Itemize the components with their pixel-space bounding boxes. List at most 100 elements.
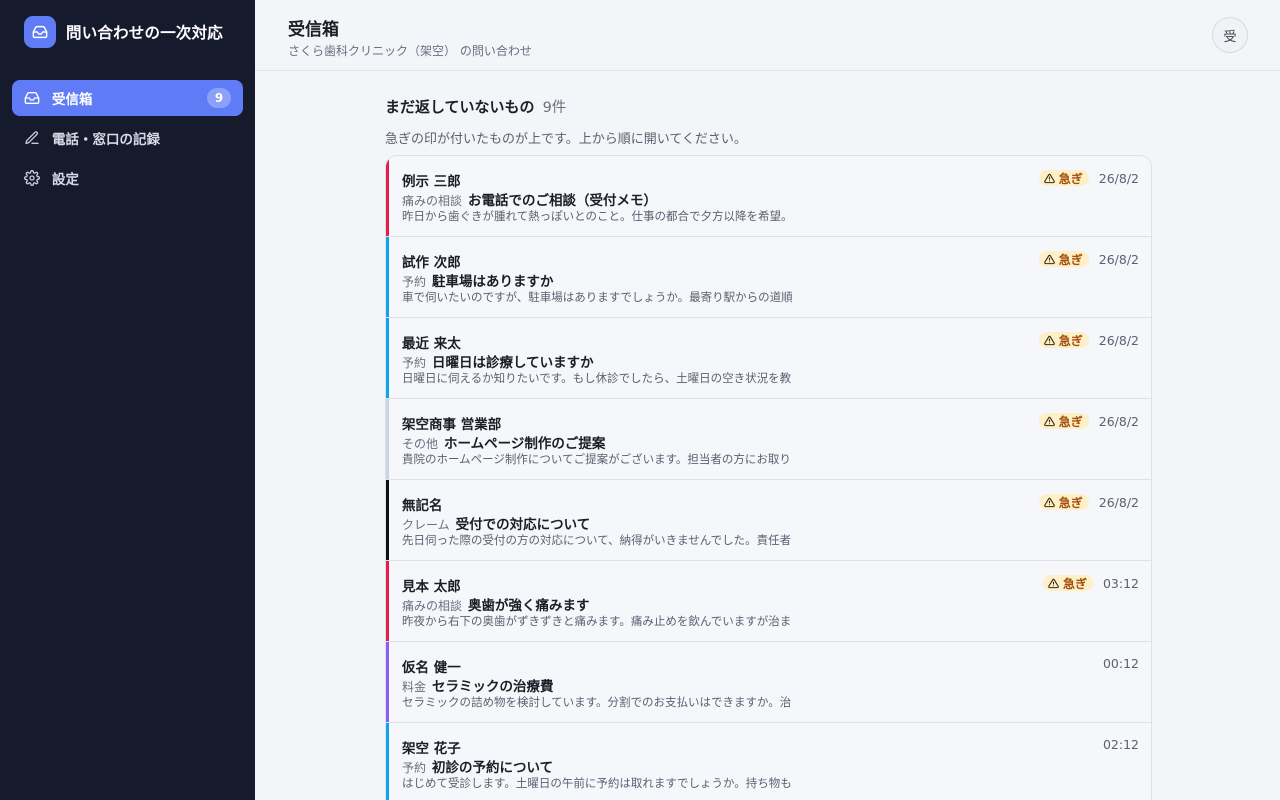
urgent-badge: 急ぎ (1038, 170, 1089, 186)
warning-icon (1043, 416, 1055, 427)
sender-name: 例示 三郎 (402, 174, 461, 190)
urgent-badge: 急ぎ (1042, 575, 1093, 591)
category-stripe (386, 399, 389, 479)
message-meta: 急ぎ 26/8/2 (1038, 413, 1139, 429)
message-subject: 受付での対応について (455, 517, 591, 533)
sender-name: 無記名 (402, 498, 443, 514)
message-time: 00:12 (1102, 656, 1139, 671)
message-subject: セラミックの治療費 (432, 679, 554, 695)
category-stripe (386, 561, 389, 641)
message-preview: 日曜日に伺えるか知りたいです。もし休診でしたら、土曜日の空き状況を教 (402, 371, 792, 385)
category-label: 予約 (402, 761, 427, 775)
sidebar-item-call-log[interactable]: 電話・窓口の記録 (12, 120, 243, 156)
message-meta: 急ぎ 26/8/2 (1038, 251, 1139, 267)
urgent-label: 急ぎ (1058, 414, 1083, 429)
message-time: 03:12 (1102, 575, 1139, 591)
warning-icon (1043, 335, 1055, 346)
urgent-label: 急ぎ (1062, 576, 1087, 591)
category-label: 予約 (402, 275, 427, 289)
message-preview: 車で伺いたいのですが、駐車場はありますでしょうか。最寄り駅からの道順 (402, 290, 793, 304)
urgent-label: 急ぎ (1058, 171, 1083, 186)
urgent-label: 急ぎ (1058, 495, 1083, 510)
message-time: 26/8/2 (1098, 413, 1139, 429)
sidebar-item-inbox[interactable]: 受信箱 9 (12, 80, 243, 116)
category-label: 痛みの相談 (402, 194, 463, 208)
unread-count-badge: 9 (207, 88, 231, 108)
page-title: 受信箱 (288, 20, 339, 40)
page-header: 受信箱 さくら歯科クリニック（架空） の問い合わせ 受 (255, 0, 1280, 71)
warning-icon (1043, 173, 1055, 184)
message-meta: 02:12 (1103, 737, 1139, 752)
message-meta: 急ぎ 26/8/2 (1038, 332, 1139, 348)
sidebar-item-label: 受信箱 (52, 92, 93, 108)
sender-name: 架空商事 営業部 (402, 417, 502, 433)
message-subject: ホームページ制作のご提案 (444, 436, 606, 452)
urgent-badge: 急ぎ (1038, 251, 1089, 267)
message-meta: 00:12 (1103, 656, 1139, 671)
sender-name: 仮名 健一 (402, 660, 461, 676)
message-row[interactable]: 最近 来太 予約 日曜日は診療していますか 日曜日に伺えるか知りたいです。もし休診でし… (386, 318, 1151, 399)
section-count: 9件 (542, 100, 567, 116)
sender-name: 架空 花子 (402, 741, 461, 757)
message-row[interactable]: 無記名 クレーム 受付での対応について 先日伺った際の受付の方の対応について、納得がい… (386, 480, 1151, 561)
sender-name: 最近 来太 (402, 336, 461, 352)
category-stripe (386, 480, 389, 560)
sidebar-item-label: 電話・窓口の記録 (52, 132, 160, 148)
gear-icon (24, 170, 40, 186)
section-title: まだ返していないもの (385, 98, 535, 116)
app-title: 問い合わせの一次対応 (66, 24, 224, 42)
warning-icon (1043, 497, 1055, 508)
message-subject: 初診の予約について (432, 760, 554, 776)
category-label: その他 (402, 437, 439, 451)
sender-name: 試作 次郎 (402, 255, 461, 271)
message-time: 26/8/2 (1098, 494, 1139, 510)
category-label: 予約 (402, 356, 427, 370)
subject-line: その他 ホームページ制作のご提案 (402, 432, 605, 452)
message-meta: 急ぎ 26/8/2 (1038, 170, 1139, 186)
section-note: 急ぎの印が付いたものが上です。上から順に開いてください。 (385, 132, 747, 147)
message-row[interactable]: 架空商事 営業部 その他 ホームページ制作のご提案 貴院のホームページ制作についてご提… (386, 399, 1151, 480)
pencil-icon (24, 130, 40, 146)
category-label: クレーム (402, 518, 450, 532)
message-row[interactable]: 架空 花子 予約 初診の予約について はじめて受診します。土曜日の午前に予約は取れます… (386, 723, 1151, 800)
message-time: 26/8/2 (1098, 332, 1139, 348)
message-row[interactable]: 仮名 健一 料金 セラミックの治療費 セラミックの詰め物を検討しています。分割でのお支… (386, 642, 1151, 723)
message-time: 26/8/2 (1098, 251, 1139, 267)
page-subtitle: さくら歯科クリニック（架空） の問い合わせ (288, 44, 532, 58)
message-preview: セラミックの詰め物を検討しています。分割でのお支払いはできますか。治 (402, 695, 792, 709)
urgent-label: 急ぎ (1058, 252, 1083, 267)
sidebar-item-settings[interactable]: 設定 (12, 160, 243, 196)
message-row[interactable]: 見本 太郎 痛みの相談 奥歯が強く痛みます 昨夜から右下の奥歯がずきずきと痛みます。痛… (386, 561, 1151, 642)
urgent-badge: 急ぎ (1038, 494, 1089, 510)
message-list: 例示 三郎 痛みの相談 お電話でのご相談（受付メモ） 昨日から歯ぐきが腫れて熱っぽいと… (385, 155, 1152, 800)
warning-icon (1048, 578, 1059, 589)
urgent-label: 急ぎ (1058, 333, 1083, 348)
subject-line: クレーム 受付での対応について (402, 513, 590, 533)
inbox-icon (24, 90, 40, 106)
urgent-badge: 急ぎ (1038, 332, 1089, 348)
warning-icon (1043, 254, 1055, 265)
message-subject: 奥歯が強く痛みます (468, 598, 590, 614)
message-preview: 昨夜から右下の奥歯がずきずきと痛みます。痛み止めを飲んでいますが治ま (402, 614, 792, 628)
subject-line: 予約 駐車場はありますか (402, 270, 554, 290)
message-preview: 昨日から歯ぐきが腫れて熱っぽいとのこと。仕事の都合で夕方以降を希望。 (402, 209, 793, 223)
subject-line: 予約 日曜日は診療していますか (402, 351, 594, 371)
message-row[interactable]: 試作 次郎 予約 駐車場はありますか 車で伺いたいのですが、駐車場はありますでしょうか… (386, 237, 1151, 318)
category-label: 痛みの相談 (402, 599, 463, 613)
message-preview: 貴院のホームページ制作についてご提案がございます。担当者の方にお取り (402, 452, 791, 466)
category-stripe (386, 156, 389, 236)
sidebar: 問い合わせの一次対応 受信箱 9 電話・窓口の記録 設定 (0, 0, 255, 800)
section-header: まだ返していないもの 9件 (385, 96, 566, 117)
avatar[interactable]: 受 (1212, 17, 1248, 53)
message-subject: 日曜日は診療していますか (432, 355, 594, 371)
message-row[interactable]: 例示 三郎 痛みの相談 お電話でのご相談（受付メモ） 昨日から歯ぐきが腫れて熱っぽいと… (386, 156, 1151, 237)
message-subject: お電話でのご相談（受付メモ） (468, 193, 658, 209)
subject-line: 痛みの相談 奥歯が強く痛みます (402, 594, 590, 614)
category-stripe (386, 237, 389, 317)
message-preview: はじめて受診します。土曜日の午前に予約は取れますでしょうか。持ち物も (402, 776, 792, 790)
message-meta: 急ぎ 03:12 (1042, 575, 1139, 591)
category-stripe (386, 723, 389, 800)
subject-line: 痛みの相談 お電話でのご相談（受付メモ） (402, 189, 657, 209)
subject-line: 予約 初診の予約について (402, 756, 553, 776)
subject-line: 料金 セラミックの治療費 (402, 675, 554, 695)
